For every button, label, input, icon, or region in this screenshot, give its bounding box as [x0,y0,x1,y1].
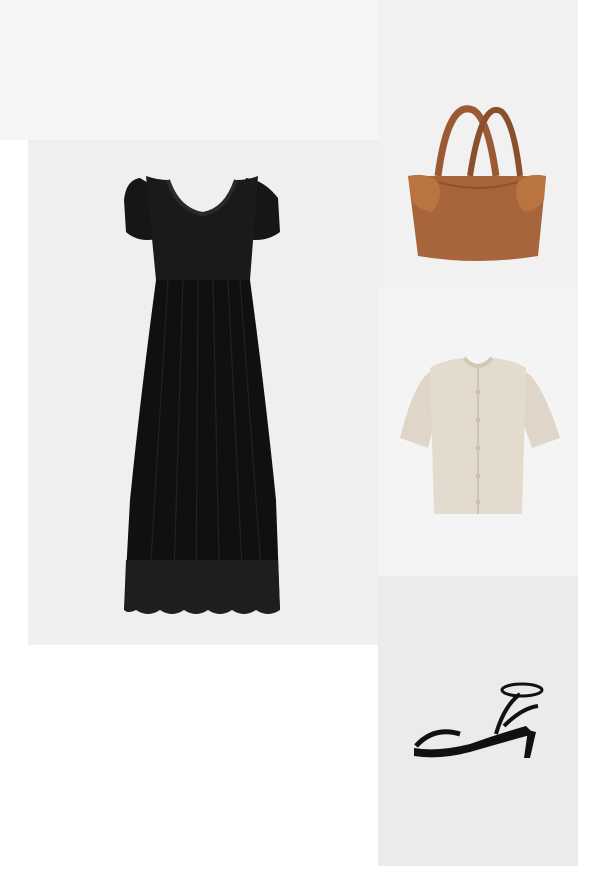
product-tile-sandals[interactable] [378,576,578,866]
black-crochet-maxi-dress-image [124,176,280,614]
product-tile-dress[interactable] [28,140,378,645]
beige-knit-short-sleeve-cardigan-image [400,356,560,514]
product-tile-bag[interactable] [378,0,578,288]
product-tile-cardigan[interactable] [378,288,578,576]
background-panel [0,0,378,140]
brown-leather-tote-bag-image [408,105,546,261]
black-kitten-heel-sandals-image [414,682,544,758]
